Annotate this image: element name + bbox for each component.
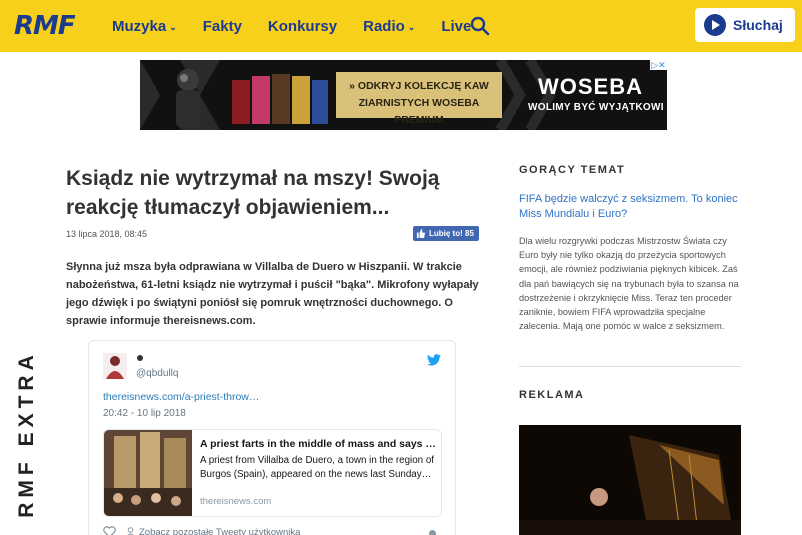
embedded-tweet[interactable]: @qbdullq thereisnews.com/a-priest-throw…… xyxy=(88,340,456,535)
nav-item-live[interactable]: Live xyxy=(441,18,471,35)
chevron-down-icon: ⌄ xyxy=(169,21,177,32)
chevron-down-icon: ⌄ xyxy=(407,21,416,32)
top-navigation-bar: RMF Muzyka ⌄ Fakty Konkursy Radio ⌄ Live S… xyxy=(0,0,802,52)
play-icon xyxy=(704,14,726,36)
ad-cta-line1: » ODKRYJ KOLEKCJĘ KAW xyxy=(349,80,489,92)
facebook-like-button[interactable]: Lubię to! 85 xyxy=(413,226,479,241)
nav-item-radio[interactable]: Radio ⌄ xyxy=(363,18,415,35)
hot-topic-text: Dla wielu rozgrywki podczas Mistrzostw Ś… xyxy=(519,236,739,332)
link-preview-card[interactable]: A priest farts in the middle of mass and… xyxy=(103,429,442,517)
ad-brand: WOSEBA xyxy=(538,74,643,99)
nav-label: Fakty xyxy=(202,17,242,35)
twitter-bird-icon[interactable] xyxy=(427,354,441,366)
card-title: A priest farts in the middle of mass and… xyxy=(200,438,436,450)
display-name-dot xyxy=(137,355,143,361)
hot-topic-heading: GORĄCY TEMAT xyxy=(519,164,626,176)
avatar[interactable] xyxy=(103,353,127,379)
search-icon[interactable] xyxy=(470,16,490,36)
ad-close-icon[interactable]: ▷✕ xyxy=(650,60,667,70)
tweet-handle[interactable]: @qbdullq xyxy=(136,368,178,379)
card-description: A priest from Villalba de Duero, a town … xyxy=(200,455,434,480)
nav-item-fakty[interactable]: Fakty xyxy=(203,18,242,35)
nav-item-konkursy[interactable]: Konkursy xyxy=(268,18,337,35)
hot-topic-link[interactable]: FIFA będzie walczyć z seksizmem. To koni… xyxy=(519,192,741,222)
ad-figure-image xyxy=(176,69,200,128)
ad-tagline: WOLIMY BYĆ WYJĄTKOWI xyxy=(528,102,664,113)
nav-label: Live xyxy=(441,17,472,35)
main-nav: Muzyka ⌄ Fakty Konkursy Radio ⌄ Live xyxy=(112,0,497,52)
user-icon xyxy=(127,527,134,535)
rmf-extra-side-label: RMF EXTRA xyxy=(10,344,44,524)
nav-item-muzyka[interactable]: Muzyka ⌄ xyxy=(112,18,177,35)
article-date: 13 lipca 2018, 08:45 xyxy=(66,229,148,239)
side-brand-text: RMF EXTRA xyxy=(15,350,38,518)
sidebar-divider xyxy=(519,366,741,367)
listen-label: Słuchaj xyxy=(733,17,783,33)
like-count-label: Lubię to! 85 xyxy=(429,229,474,238)
nav-label: Radio xyxy=(363,17,405,35)
sidebar-ad-image[interactable] xyxy=(519,425,741,535)
thumbs-up-icon xyxy=(416,229,425,238)
info-icon[interactable] xyxy=(429,530,436,535)
ad-cta-line2: ZIARNISTYCH WOSEBA PREMIUM xyxy=(358,97,480,126)
banner-ad[interactable]: » ODKRYJ KOLEKCJĘ KAW ZIARNISTYCH WOSEBA… xyxy=(140,60,667,130)
listen-button[interactable]: Słuchaj xyxy=(695,8,795,42)
rmf-logo[interactable]: RMF xyxy=(14,11,76,41)
card-thumbnail-image xyxy=(104,430,192,516)
nav-label: Muzyka xyxy=(112,17,167,35)
heart-icon[interactable] xyxy=(103,526,116,535)
tweet-timestamp[interactable]: 20:42 - 10 lip 2018 xyxy=(103,408,186,419)
card-domain: thereisnews.com xyxy=(200,496,272,507)
coffee-bags-image xyxy=(232,74,328,124)
article-lead: Słynna już msza była odprawiana w Villal… xyxy=(66,261,479,327)
nav-label: Konkursy xyxy=(267,17,338,35)
ad-section-heading: REKLAMA xyxy=(519,389,585,401)
tweet-link[interactable]: thereisnews.com/a-priest-throw… xyxy=(103,391,259,403)
tweet-footer: Zobacz pozostałe Tweety użytkownika xyxy=(103,526,300,535)
article-headline: Ksiądz nie wytrzymał na mszy! Swoją reak… xyxy=(66,167,440,219)
ad-cta-box[interactable]: » ODKRYJ KOLEKCJĘ KAW ZIARNISTYCH WOSEBA… xyxy=(336,72,502,126)
more-tweets-link[interactable]: Zobacz pozostałe Tweety użytkownika xyxy=(139,527,300,535)
